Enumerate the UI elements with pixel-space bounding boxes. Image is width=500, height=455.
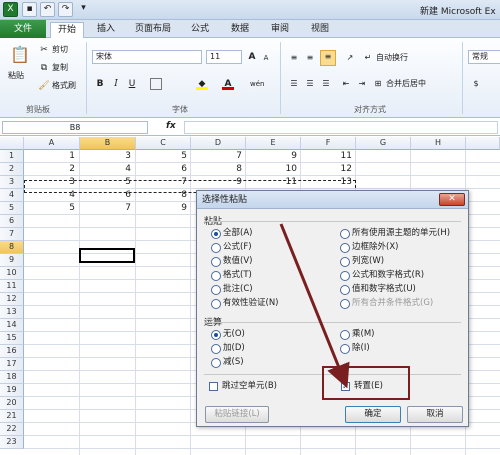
annotation-arrow (279, 223, 350, 389)
arrow-line (279, 223, 350, 389)
